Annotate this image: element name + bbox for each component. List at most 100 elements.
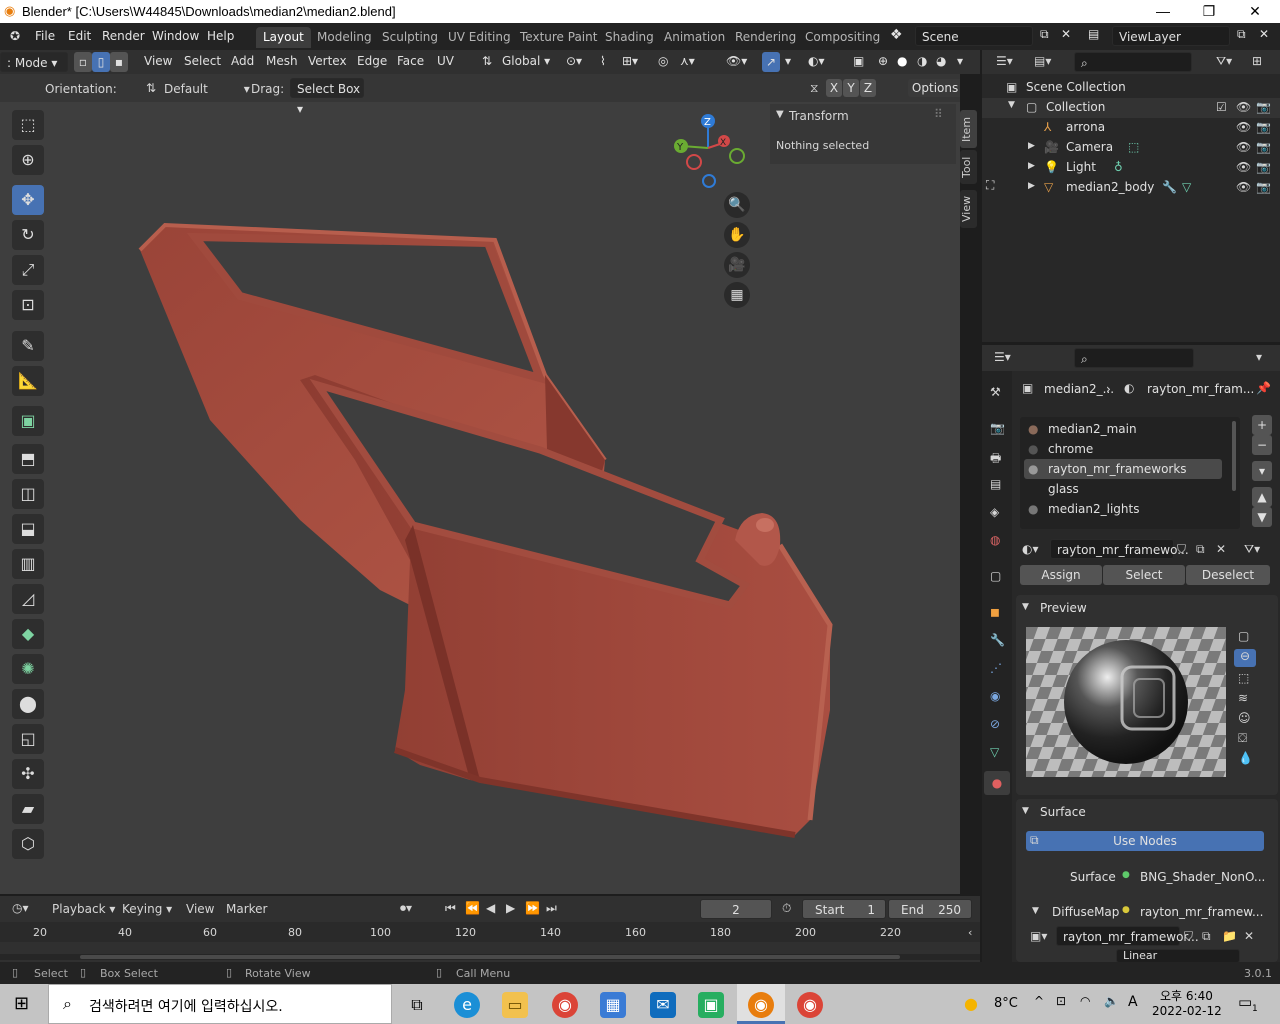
material-shading-icon[interactable]: ◑ — [917, 54, 927, 68]
zoom-icon[interactable]: 🔍 — [724, 192, 750, 218]
render-tab-icon[interactable]: 📷 — [990, 421, 1005, 435]
knife-tool-icon[interactable]: ◿ — [12, 584, 44, 614]
deselect-button[interactable]: Deselect — [1186, 565, 1270, 585]
visibility-eye-icon[interactable]: 👁 — [1236, 100, 1251, 114]
taskbar-search-input[interactable]: ⌕ 검색하려면 여기에 입력하십시오. — [48, 984, 392, 1024]
preview-sphere-icon[interactable]: ⊖ — [1234, 649, 1256, 667]
unlink-material-icon[interactable]: ✕ — [1216, 542, 1226, 556]
menu-file[interactable]: File — [35, 29, 55, 43]
blender-menu-icon[interactable]: ✪ — [10, 29, 20, 43]
xray-icon[interactable]: ▣ — [853, 54, 864, 68]
expand-arrow-icon[interactable]: ▶ — [1028, 161, 1035, 171]
workspace-tab-sculpting[interactable]: Sculpting — [375, 27, 445, 48]
sidebar-tab-item[interactable]: Item — [960, 110, 977, 148]
remove-material-slot-button[interactable]: − — [1252, 435, 1272, 455]
list-scrollbar[interactable] — [1232, 421, 1236, 491]
smooth-tool-icon[interactable]: ⬤ — [12, 689, 44, 719]
add-cube-tool-icon[interactable]: ▣ — [12, 406, 44, 436]
collapse-arrow-icon[interactable]: ▼ — [776, 109, 784, 120]
material-slot[interactable]: ● median2_main — [1020, 419, 1240, 439]
transform-orientation-icon[interactable]: ⇅ — [482, 54, 492, 68]
play-icon[interactable]: ▶ — [506, 901, 515, 915]
jump-end-icon[interactable]: ⏭ — [546, 901, 557, 916]
menu-edit[interactable]: Edit — [68, 29, 91, 43]
workspace-tab-texture-paint[interactable]: Texture Paint — [513, 27, 604, 48]
properties-search-input[interactable]: ⌕ — [1074, 348, 1194, 368]
preview-monkey-icon[interactable]: ☺ — [1238, 711, 1251, 725]
shading-dropdown-icon[interactable]: ▾ — [957, 54, 963, 68]
expand-arrow-icon[interactable]: ▶ — [1028, 141, 1035, 151]
menu-uv[interactable]: UV — [437, 54, 454, 68]
material-name-field[interactable]: rayton_mr_framewo... — [1050, 539, 1189, 559]
slot-specials-button[interactable]: ▾ — [1252, 461, 1272, 481]
material-tab-icon[interactable]: ● — [984, 771, 1010, 795]
options-dropdown-icon[interactable]: ▾ — [1256, 350, 1262, 364]
duplicate-image-icon[interactable]: ⧉ — [1202, 929, 1211, 944]
interpolation-dropdown[interactable]: Linear — [1116, 949, 1240, 963]
visibility-eye-icon[interactable]: 👁 — [1236, 180, 1251, 194]
overlay-icon[interactable]: ◐▾ — [808, 54, 825, 68]
menu-mesh[interactable]: Mesh — [266, 54, 298, 68]
pivot-point-icon[interactable]: ⊙▾ — [566, 54, 582, 68]
ime-indicator[interactable]: A — [1128, 994, 1138, 1010]
workspace-tab-modeling[interactable]: Modeling — [310, 27, 379, 48]
timeline-view-menu[interactable]: View — [186, 902, 214, 916]
shrink-fatten-tool-icon[interactable]: ✣ — [12, 759, 44, 789]
world-tab-icon[interactable]: ◍ — [990, 533, 1000, 547]
marker-menu[interactable]: Marker — [226, 902, 267, 916]
collection-row[interactable]: ▼ ▢ Collection ☑ 👁 📷 — [982, 98, 1280, 118]
preview-fluid-icon[interactable]: 💧 — [1238, 751, 1253, 765]
transform-section-title[interactable]: Transform — [789, 109, 849, 123]
material-slot-selected[interactable]: ● rayton_mr_frameworks — [1024, 459, 1222, 479]
proportional-edit-icon[interactable]: ◎ — [658, 54, 668, 68]
outliner-item-label[interactable]: median2_body — [1066, 180, 1154, 194]
jump-keyframe-forward-icon[interactable]: ⏩ — [525, 901, 540, 915]
render-camera-icon[interactable]: 📷 — [1256, 180, 1271, 194]
editor-type-icon[interactable]: ◷▾ — [12, 901, 29, 915]
spin-tool-icon[interactable]: ✺ — [12, 654, 44, 684]
new-collection-icon[interactable]: ⊞ — [1252, 54, 1262, 68]
scene-name-field[interactable]: Scene — [915, 26, 1033, 46]
network-icon[interactable]: ⊡ — [1056, 994, 1066, 1008]
material-slot[interactable]: glass — [1020, 479, 1240, 499]
gizmo-toggle-button[interactable]: ↗ — [762, 52, 780, 72]
auto-keying-icon[interactable]: ⏺▾ — [400, 901, 412, 916]
outliner-filter-toggle-icon[interactable]: ⛶ — [986, 178, 994, 193]
task-view-icon[interactable]: ⧉ — [404, 992, 430, 1018]
face-select-mode-button[interactable]: ▪ — [110, 52, 128, 72]
menu-help[interactable]: Help — [207, 29, 234, 43]
transform-orientation-dropdown[interactable]: Global ▾ — [502, 54, 550, 68]
workspace-tab-rendering[interactable]: Rendering — [728, 27, 803, 48]
rendered-shading-icon[interactable]: ◕ — [936, 54, 946, 68]
constraints-tab-icon[interactable]: ⊘ — [990, 717, 1000, 731]
volume-icon[interactable]: 🔈 — [1104, 994, 1119, 1008]
view-layer-field[interactable]: ViewLayer — [1112, 26, 1230, 46]
rotate-tool-icon[interactable]: ↻ — [12, 220, 44, 250]
new-view-layer-icon[interactable]: ⧉ — [1237, 27, 1246, 42]
menu-render[interactable]: Render — [102, 29, 145, 43]
orthographic-grid-icon[interactable]: ▦ — [724, 282, 750, 308]
mesh-object[interactable] — [0, 74, 960, 894]
extrude-tool-icon[interactable]: ⬒ — [12, 444, 44, 474]
menu-vertex[interactable]: Vertex — [308, 54, 347, 68]
move-slot-down-button[interactable]: ▼ — [1252, 507, 1272, 527]
mail-icon[interactable]: ✉ — [650, 992, 676, 1018]
material-browse-icon[interactable]: ◐▾ — [1022, 542, 1039, 556]
windows-start-icon[interactable]: ⊞ — [14, 993, 29, 1014]
display-mode-icon[interactable]: ▤▾ — [1034, 54, 1051, 68]
camera-data-icon[interactable]: ⬚ — [1128, 140, 1139, 154]
preview-section-title[interactable]: Preview — [1040, 601, 1087, 615]
menu-edge[interactable]: Edge — [357, 54, 387, 68]
image-browse-icon[interactable]: ▣▾ — [1030, 929, 1047, 943]
transform-tool-icon[interactable]: ⊡ — [12, 290, 44, 320]
collection-tab-icon[interactable]: ▢ — [990, 569, 1001, 583]
material-slot-list[interactable]: ● median2_main ● chrome ● rayton_mr_framewo… — [1020, 417, 1240, 529]
render-camera-icon[interactable]: 📷 — [1256, 160, 1271, 174]
menu-face[interactable]: Face — [397, 54, 424, 68]
vertex-select-mode-button[interactable]: ▫ — [74, 52, 92, 72]
menu-window[interactable]: Window — [152, 29, 199, 43]
use-nodes-button[interactable]: Use Nodes — [1026, 831, 1264, 851]
material-slot[interactable]: ● median2_lights — [1020, 499, 1240, 519]
keying-menu[interactable]: Keying ▾ — [122, 902, 172, 916]
file-explorer-icon[interactable]: ▭ — [502, 992, 528, 1018]
